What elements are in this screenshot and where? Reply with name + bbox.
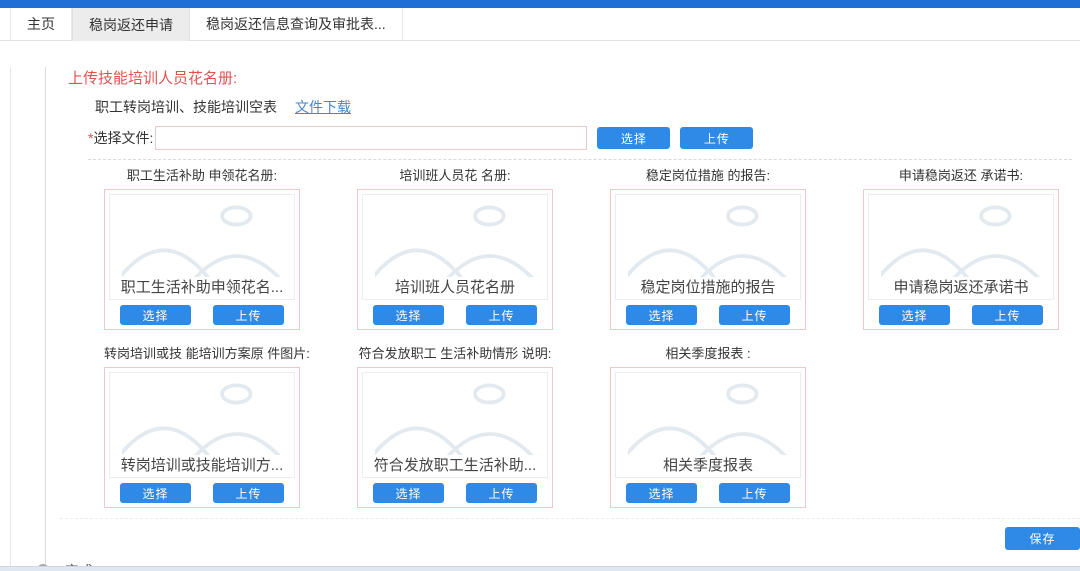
wizard-step-line [45, 67, 46, 570]
card-label: 相关季度报表 : [610, 345, 806, 363]
file-download-link[interactable]: 文件下载 [295, 97, 351, 117]
image-preview-box: 职工生活补助申领花名... [109, 194, 295, 300]
tab-bar: 主页 稳岗返还申请 稳岗返还信息查询及审批表... [0, 8, 1080, 41]
card-label: 符合发放职工 生活补助情形 说明: [357, 345, 553, 363]
card-select-button[interactable]: 选择 [626, 483, 697, 503]
image-placeholder-icon [375, 373, 535, 455]
card-caption: 稳定岗位措施的报告 [640, 277, 775, 298]
card-buttons: 选择 上传 [868, 305, 1054, 325]
template-row: 职工转岗培训、技能培训空表 文件下载 [95, 97, 1080, 117]
upload-cell: 职工生活补助 申领花名册: 职工生活补助申领花名... 选择 上传 [104, 167, 300, 330]
upload-card: 稳定岗位措施的报告 选择 上传 [610, 189, 806, 330]
image-placeholder-icon [375, 195, 535, 277]
image-preview-box: 申请稳岗返还承诺书 [868, 194, 1054, 300]
image-preview-box: 转岗培训或技能培训方... [109, 372, 295, 478]
upload-cards-grid: 职工生活补助 申领花名册: 职工生活补助申领花名... 选择 上传 培训班 [104, 167, 1080, 508]
card-upload-button[interactable]: 上传 [972, 305, 1043, 325]
tab-home[interactable]: 主页 [10, 8, 72, 40]
card-upload-button[interactable]: 上传 [719, 483, 790, 503]
image-preview-box: 符合发放职工生活补助... [362, 372, 548, 478]
card-caption: 符合发放职工生活补助... [374, 455, 537, 476]
image-preview-box: 培训班人员花名册 [362, 194, 548, 300]
card-buttons: 选择 上传 [362, 305, 548, 325]
file-upload-button[interactable]: 上传 [680, 127, 753, 149]
card-upload-button[interactable]: 上传 [213, 483, 284, 503]
upload-cell: 申请稳岗返还 承诺书: 申请稳岗返还承诺书 选择 上传 [863, 167, 1059, 330]
upload-card: 相关季度报表 选择 上传 [610, 367, 806, 508]
card-label: 转岗培训或技 能培训方案原 件图片: [104, 345, 300, 363]
card-label: 职工生活补助 申领花名册: [104, 167, 300, 185]
image-placeholder-icon [122, 195, 282, 277]
card-label: 申请稳岗返还 承诺书: [863, 167, 1059, 185]
save-button[interactable]: 保存 [1005, 527, 1080, 550]
top-accent-bar [0, 0, 1080, 8]
upload-cell: 稳定岗位措施 的报告: 稳定岗位措施的报告 选择 上传 [610, 167, 806, 330]
card-buttons: 选择 上传 [109, 305, 295, 325]
image-preview-box: 相关季度报表 [615, 372, 801, 478]
card-label: 培训班人员花 名册: [357, 167, 553, 185]
upload-card: 转岗培训或技能培训方... 选择 上传 [104, 367, 300, 508]
card-select-button[interactable]: 选择 [626, 305, 697, 325]
card-caption: 转岗培训或技能培训方... [121, 455, 284, 476]
upload-card: 职工生活补助申领花名... 选择 上传 [104, 189, 300, 330]
card-buttons: 选择 上传 [615, 305, 801, 325]
upload-card: 申请稳岗返还承诺书 选择 上传 [863, 189, 1059, 330]
card-buttons: 选择 上传 [362, 483, 548, 503]
card-buttons: 选择 上传 [109, 483, 295, 503]
upload-cell: 转岗培训或技 能培训方案原 件图片: 转岗培训或技能培训方... 选择 上传 [104, 345, 300, 508]
card-caption: 相关季度报表 [663, 455, 753, 476]
upload-card: 培训班人员花名册 选择 上传 [357, 189, 553, 330]
image-placeholder-icon [628, 373, 788, 455]
card-select-button[interactable]: 选择 [373, 483, 444, 503]
upload-cell: 相关季度报表 : 相关季度报表 选择 上传 [610, 345, 806, 508]
upload-cell: 符合发放职工 生活补助情形 说明: 符合发放职工生活补助... 选择 上传 [357, 345, 553, 508]
footer-divider [60, 518, 1080, 519]
file-select-button[interactable]: 选择 [597, 127, 670, 149]
card-upload-button[interactable]: 上传 [719, 305, 790, 325]
tab-info-query-approval[interactable]: 稳岗返还信息查询及审批表... [190, 8, 403, 40]
main-content: 上传技能培训人员花名册: 职工转岗培训、技能培训空表 文件下载 * 选择文件: … [0, 67, 1080, 571]
card-buttons: 选择 上传 [615, 483, 801, 503]
file-select-label: 选择文件: [93, 128, 153, 148]
card-caption: 申请稳岗返还承诺书 [893, 277, 1028, 298]
image-placeholder-icon [881, 195, 1041, 277]
card-select-button[interactable]: 选择 [120, 483, 191, 503]
section-heading: 上传技能培训人员花名册: [68, 67, 1080, 88]
image-placeholder-icon [628, 195, 788, 277]
card-upload-button[interactable]: 上传 [213, 305, 284, 325]
card-caption: 职工生活补助申领花名... [121, 277, 284, 298]
section-divider [88, 159, 1072, 160]
card-caption: 培训班人员花名册 [395, 277, 515, 298]
image-preview-box: 稳定岗位措施的报告 [615, 194, 801, 300]
card-select-button[interactable]: 选择 [879, 305, 950, 325]
card-label: 稳定岗位措施 的报告: [610, 167, 806, 185]
upload-card: 符合发放职工生活补助... 选择 上传 [357, 367, 553, 508]
tab-job-retention-apply[interactable]: 稳岗返还申请 [72, 8, 190, 41]
bottom-edge-bar [0, 566, 1080, 571]
card-upload-button[interactable]: 上传 [466, 305, 537, 325]
image-placeholder-icon [122, 373, 282, 455]
file-path-input[interactable] [155, 126, 587, 150]
upload-cell: 培训班人员花 名册: 培训班人员花名册 选择 上传 [357, 167, 553, 330]
card-select-button[interactable]: 选择 [373, 305, 444, 325]
card-upload-button[interactable]: 上传 [466, 483, 537, 503]
card-select-button[interactable]: 选择 [120, 305, 191, 325]
file-select-row: * 选择文件: 选择 上传 [88, 126, 1080, 150]
panel-left-border [10, 67, 11, 571]
template-label: 职工转岗培训、技能培训空表 [95, 97, 277, 117]
